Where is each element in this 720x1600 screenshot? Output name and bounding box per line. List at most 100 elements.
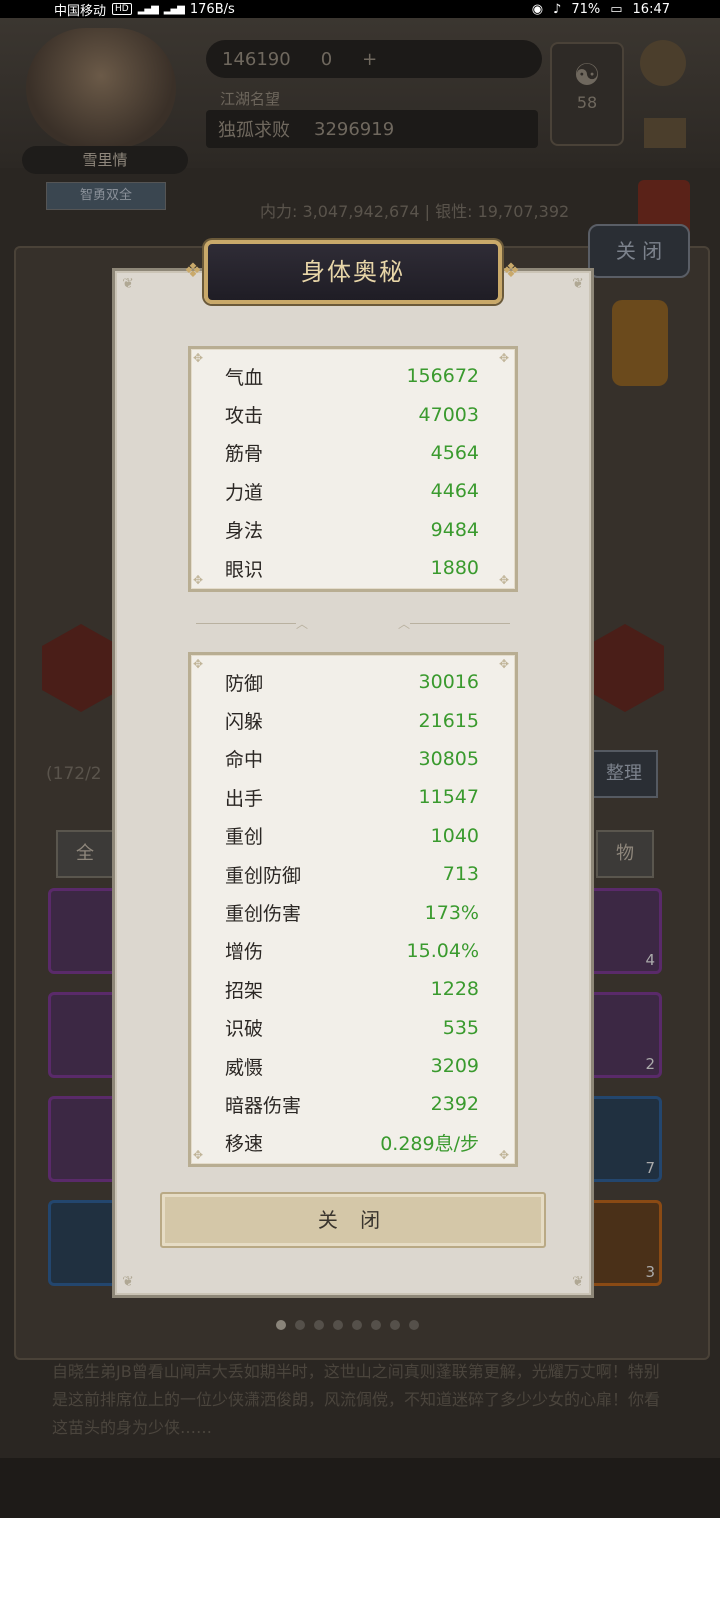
filter-tab-items[interactable]: 物 <box>596 830 654 878</box>
stat-value: 713 <box>442 863 479 886</box>
stat-label: 暗器伤害 <box>225 1094 302 1117</box>
corner-ornament: ✥ <box>499 351 510 365</box>
stat-value: 1228 <box>430 978 479 1001</box>
stat-row: 出手 11547 <box>225 778 479 816</box>
stat-label: 重创 <box>225 826 264 849</box>
system-navigation-bar <box>0 1518 720 1600</box>
page-dot[interactable] <box>409 1320 419 1330</box>
page-dot[interactable] <box>295 1320 305 1330</box>
background-close-button[interactable]: 关 闭 <box>588 224 690 278</box>
fame-rank: 独孤求败 <box>218 120 290 141</box>
stat-label: 身法 <box>225 520 264 543</box>
power-stats: 内力: 3,047,942,674 | 银性: 19,707,392 <box>260 202 570 221</box>
signal-icon: ▂▄▆ <box>137 3 159 15</box>
stat-value: 15.04% <box>406 939 479 962</box>
section-divider: ︿ ︿ <box>196 617 510 631</box>
page-dot[interactable] <box>390 1320 400 1330</box>
stat-row: 重创 1040 <box>225 817 479 855</box>
stat-value: 4464 <box>430 480 479 503</box>
page-dot[interactable] <box>314 1320 324 1330</box>
stat-value: 3209 <box>430 1055 479 1078</box>
bell-icon: ♪ <box>553 1 562 17</box>
add-currency-icon[interactable]: + <box>362 49 377 70</box>
mail-icon[interactable] <box>644 118 686 148</box>
corner-ornament: ✥ <box>499 657 510 671</box>
corner-ornament: ✥ <box>193 1148 204 1162</box>
item-count: 7 <box>645 1159 655 1177</box>
stat-label: 招架 <box>225 979 264 1002</box>
stat-value: 47003 <box>418 403 479 426</box>
stat-label: 增伤 <box>225 941 264 964</box>
stat-row: 闪躲 21615 <box>225 701 479 739</box>
stat-value: 156672 <box>406 365 479 388</box>
stat-row: 攻击 47003 <box>225 395 479 433</box>
stat-label: 重创防御 <box>225 864 302 887</box>
corner-ornament: ❦ <box>122 276 134 292</box>
stat-label: 移速 <box>225 1133 264 1156</box>
primary-stats-box: ✥ ✥ ✥ ✥ 气血 156672 攻击 47003 筋骨 4564 力道 4464 身法 948… <box>188 346 518 592</box>
stat-row: 增伤 15.04% <box>225 932 479 970</box>
hd-badge: HD <box>112 3 132 15</box>
battery-icon: ▭ <box>610 1 623 17</box>
corner-ornament: ✥ <box>499 573 510 587</box>
battery-percent: 71% <box>571 1 601 17</box>
stat-value: 30016 <box>418 671 479 694</box>
stat-row: 气血 156672 <box>225 357 479 395</box>
secondary-stats-box: ✥ ✥ ✥ ✥ 防御 30016 闪躲 21615 命中 30805 出手 11547 重创 10… <box>188 652 518 1167</box>
primary-stats-list: 气血 156672 攻击 47003 筋骨 4564 力道 4464 身法 9484 眼识 1880 <box>225 357 479 587</box>
stat-value: 535 <box>442 1016 479 1039</box>
close-button[interactable]: 关 闭 <box>160 1192 546 1248</box>
stat-row: 重创防御 713 <box>225 855 479 893</box>
stat-value: 173% <box>424 901 479 924</box>
stat-row: 暗器伤害 2392 <box>225 1085 479 1123</box>
stat-label: 出手 <box>225 787 264 810</box>
currency-bar: 146190 0 + <box>206 40 542 78</box>
sort-button[interactable]: 整理 <box>590 750 658 798</box>
page-dot[interactable] <box>371 1320 381 1330</box>
stat-row: 招架 1228 <box>225 970 479 1008</box>
corner-ornament: ✥ <box>193 573 204 587</box>
flavor-text: 自晓生弟JB曾看山闻声大丢如期半时，这世山之间真则蓬联第更解，光耀万丈啊！特别是… <box>52 1362 661 1437</box>
stat-label: 命中 <box>225 749 264 772</box>
stat-value: 1040 <box>430 824 479 847</box>
yin-yang-level-badge[interactable]: ☯ 58 <box>550 42 624 146</box>
stat-row: 眼识 1880 <box>225 549 479 587</box>
corner-ornament: ✥ <box>193 657 204 671</box>
stat-row: 识破 535 <box>225 1009 479 1047</box>
signal-icon-2: ▂▄▆ <box>163 3 185 15</box>
jade-amount: 0 <box>320 48 333 70</box>
avatar[interactable] <box>26 28 176 148</box>
title-ornament-left-icon: ❖ <box>184 258 202 282</box>
stat-row: 重创伤害 173% <box>225 893 479 931</box>
stat-value: 9484 <box>430 518 479 541</box>
gold-amount: 146190 <box>222 48 291 70</box>
stat-label: 力道 <box>225 481 264 504</box>
title-ornament-right-icon: ❖ <box>502 258 520 282</box>
medal-icon[interactable] <box>612 300 668 386</box>
page-dot[interactable] <box>276 1320 286 1330</box>
eye-icon: ◉ <box>531 1 544 17</box>
status-bar: 中国移动 HD ▂▄▆ ▂▄▆ 176B/s ◉ ♪ 71% ▭ 16:47 <box>0 0 720 19</box>
page-dot[interactable] <box>333 1320 343 1330</box>
stat-row: 筋骨 4564 <box>225 434 479 472</box>
capacity-label: (172/2 <box>46 764 102 784</box>
stat-value: 1880 <box>430 557 479 580</box>
level-value: 58 <box>576 93 598 112</box>
filter-tab-all[interactable]: 全 <box>56 830 114 878</box>
stat-value: 0.289息/步 <box>380 1133 479 1156</box>
stat-row: 身法 9484 <box>225 511 479 549</box>
stat-value: 11547 <box>418 786 479 809</box>
stat-row: 移速 0.289息/步 <box>225 1124 479 1162</box>
stat-label: 气血 <box>225 366 264 389</box>
page-dot[interactable] <box>352 1320 362 1330</box>
yin-yang-icon: ☯ <box>573 58 601 93</box>
corner-ornament: ❦ <box>122 1274 134 1290</box>
gear-icon[interactable] <box>640 40 686 86</box>
stat-label: 防御 <box>225 672 264 695</box>
secondary-stats-list: 防御 30016 闪躲 21615 命中 30805 出手 11547 重创 1040 重创防御 71… <box>225 663 479 1162</box>
stat-value: 2392 <box>430 1093 479 1116</box>
stat-label: 重创伤害 <box>225 903 302 926</box>
stat-row: 力道 4464 <box>225 472 479 510</box>
stat-row: 命中 30805 <box>225 740 479 778</box>
fame-bar: 独孤求败 3296919 <box>206 110 538 148</box>
